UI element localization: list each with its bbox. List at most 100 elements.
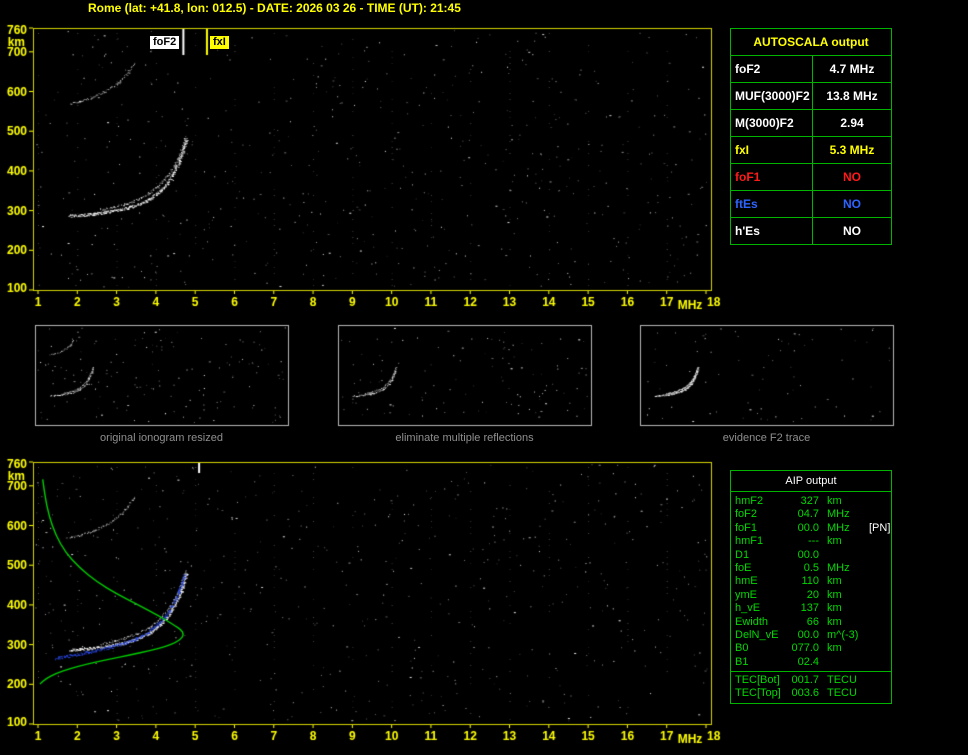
aip-row-value: --- bbox=[808, 535, 819, 548]
aip-row-value: 02.4 bbox=[797, 655, 819, 668]
aip-row-value: 04.7 bbox=[797, 508, 819, 521]
page-title: Rome (lat: +41.8, lon: 012.5) - DATE: 20… bbox=[88, 1, 461, 15]
autoscala-output-panel: AUTOSCALA output foF2 4.7 MHz MUF(3000)F2 1… bbox=[730, 28, 892, 245]
autoscala-row-label: foF1 bbox=[731, 164, 813, 190]
thumbnail-caption-original: original ionogram resized bbox=[100, 432, 223, 444]
autoscala-row-label: foF2 bbox=[731, 56, 813, 82]
thumbnail-evidence-f2-trace bbox=[640, 325, 893, 425]
aip-row-value: 00.0 bbox=[797, 521, 819, 534]
thumbnail-caption-eliminate: eliminate multiple reflections bbox=[395, 432, 534, 444]
aip-row-unit: km bbox=[827, 495, 842, 507]
aip-tec-rows: TEC[Bot] 001.7 TECU TEC[Top] 003.6 TECU bbox=[731, 671, 891, 703]
aip-output-panel: AIP output hmF2 327 km foF2 04.7 MHz foF1 00.0 M… bbox=[730, 470, 892, 704]
aip-row-name: foE bbox=[735, 561, 752, 574]
aip-row-unit: km bbox=[827, 575, 842, 588]
aip-row-name: Ewidth bbox=[735, 615, 769, 628]
autoscala-row-value: 4.7 MHz bbox=[829, 62, 875, 76]
aip-row-value: 327 bbox=[800, 495, 819, 507]
aip-row-value: 077.0 bbox=[791, 642, 819, 655]
aip-row-unit: km bbox=[827, 535, 842, 548]
aip-row-extra bbox=[867, 616, 869, 629]
main-ionogram-plot bbox=[33, 28, 711, 290]
thumbnail-original-ionogram bbox=[35, 325, 288, 425]
aip-row-unit bbox=[819, 656, 867, 669]
aip-row-name: h_vE bbox=[735, 602, 761, 615]
aip-row-extra bbox=[867, 656, 869, 669]
aip-row-value: 137 bbox=[800, 602, 819, 615]
aip-row-name: hmF2 bbox=[735, 495, 764, 507]
aip-row-name: ymE bbox=[735, 588, 757, 601]
autoscala-row-value: 2.94 bbox=[840, 116, 864, 130]
autoscala-row: M(3000)F2 2.94 bbox=[731, 109, 891, 136]
aip-row-value: 00.0 bbox=[797, 548, 819, 561]
thumbnail-caption-evidence: evidence F2 trace bbox=[722, 432, 811, 444]
aip-row: h_vE 137 km bbox=[731, 602, 891, 615]
aip-row-unit: km bbox=[827, 642, 842, 655]
aip-row: foE 0.5 MHz bbox=[731, 562, 891, 575]
aip-row-unit: km bbox=[827, 602, 842, 615]
aip-row-name: hmF1 bbox=[735, 535, 764, 548]
aip-row: DelN_vE 00.0 m^(-3) bbox=[731, 629, 891, 642]
autoscala-panel-title: AUTOSCALA output bbox=[753, 35, 869, 49]
aip-row-unit: TECU bbox=[827, 687, 857, 700]
autoscala-row-value: 5.3 MHz bbox=[829, 143, 875, 157]
aip-row-name: foF2 bbox=[735, 508, 758, 521]
aip-row: D1 00.0 bbox=[731, 549, 891, 562]
aip-row-value: 110 bbox=[801, 575, 819, 588]
aip-row-value: 0.5 bbox=[803, 561, 819, 574]
aip-row-value: 66 bbox=[806, 615, 819, 628]
autoscala-row-value: NO bbox=[843, 170, 861, 184]
thumbnail-eliminate-reflections bbox=[338, 325, 591, 425]
aip-row-unit: TECU bbox=[827, 674, 857, 687]
autoscala-row: MUF(3000)F2 13.8 MHz bbox=[731, 82, 891, 109]
aip-row: B0 077.0 km bbox=[731, 642, 891, 655]
autoscala-row-value: 13.8 MHz bbox=[826, 89, 878, 103]
aip-row: TEC[Bot] 001.7 TECU bbox=[731, 674, 891, 687]
autoscala-row: foF1 NO bbox=[731, 163, 891, 190]
aip-row: ymE 20 km bbox=[731, 589, 891, 602]
aip-row-unit bbox=[819, 549, 867, 562]
autoscala-row-label: fxI bbox=[731, 137, 813, 163]
aip-row-unit: km bbox=[827, 588, 842, 601]
aip-table-rows: hmF2 327 km foF2 04.7 MHz foF1 00.0 MHz [PN] hmF1 -… bbox=[731, 492, 891, 671]
autoscala-row-value: NO bbox=[843, 197, 861, 211]
aip-row-name: TEC[Top] bbox=[735, 687, 781, 700]
aip-row: hmF2 327 km bbox=[731, 495, 891, 508]
aip-row-extra bbox=[867, 589, 869, 602]
aip-row: hmF1 --- km bbox=[731, 535, 891, 548]
autoscala-row: ftEs NO bbox=[731, 190, 891, 217]
aip-row: hmE 110 km bbox=[731, 575, 891, 588]
aip-row-extra bbox=[867, 629, 869, 642]
aip-row-name: DelN_vE bbox=[735, 628, 779, 641]
aip-row-name: hmE bbox=[735, 575, 758, 588]
aip-row-name: foF1 bbox=[735, 521, 758, 534]
autoscala-row: h'Es NO bbox=[731, 217, 891, 244]
aip-row: TEC[Top] 003.6 TECU bbox=[731, 687, 891, 700]
aip-row-value: 00.0 bbox=[797, 628, 819, 641]
profile-ionogram-plot bbox=[33, 462, 711, 724]
aip-row-extra bbox=[867, 508, 869, 521]
aip-row-unit: MHz bbox=[827, 521, 850, 534]
aip-row-name: B1 bbox=[735, 655, 749, 668]
aip-row: Ewidth 66 km bbox=[731, 616, 891, 629]
aip-row-extra bbox=[867, 642, 869, 655]
aip-row-value: 003.6 bbox=[791, 687, 819, 700]
autoscala-row-label: MUF(3000)F2 bbox=[731, 83, 813, 109]
autoscala-table-rows: foF2 4.7 MHz MUF(3000)F2 13.8 MHz M(3000)F2 2… bbox=[731, 55, 891, 244]
aip-row-name: D1 bbox=[735, 548, 750, 561]
aip-row-extra bbox=[867, 535, 869, 548]
aip-row-value: 001.7 bbox=[791, 674, 819, 687]
autoscala-window: Rome (lat: +41.8, lon: 012.5) - DATE: 20… bbox=[0, 0, 968, 755]
aip-row-value: 20 bbox=[806, 588, 819, 601]
aip-row-extra: [PN] bbox=[869, 521, 891, 534]
autoscala-row: foF2 4.7 MHz bbox=[731, 55, 891, 82]
aip-row-name: B0 bbox=[735, 642, 749, 655]
autoscala-row-label: h'Es bbox=[731, 218, 813, 244]
aip-row: foF2 04.7 MHz bbox=[731, 508, 891, 521]
autoscala-row-label: M(3000)F2 bbox=[731, 110, 813, 136]
aip-row: B1 02.4 bbox=[731, 656, 891, 669]
autoscala-row-label: ftEs bbox=[731, 191, 813, 217]
autoscala-row: fxI 5.3 MHz bbox=[731, 136, 891, 163]
aip-row-extra bbox=[867, 549, 869, 562]
aip-panel-title: AIP output bbox=[731, 471, 891, 492]
